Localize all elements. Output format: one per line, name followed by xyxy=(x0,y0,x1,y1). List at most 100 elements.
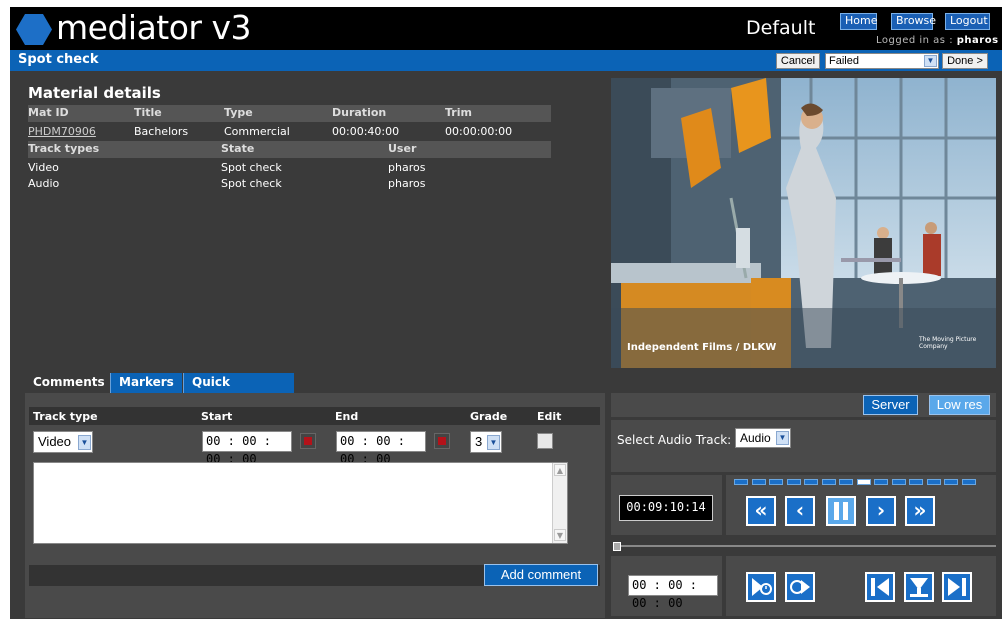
tab-comments[interactable]: Comments xyxy=(25,373,113,393)
video-caption-small: The Moving Picture Company xyxy=(919,336,977,350)
pause-glyph xyxy=(834,502,848,520)
col-trim: Trim xyxy=(445,106,472,119)
col-state: State xyxy=(221,142,255,155)
grade-select[interactable]: 3 ▼ xyxy=(470,431,502,453)
comment-textarea[interactable]: ▲ ▼ xyxy=(33,462,568,544)
speed-segment xyxy=(856,479,871,485)
pause-icon[interactable] xyxy=(826,496,856,526)
go-end-glyph xyxy=(948,578,966,596)
app-window: mediator v3 Default Home Browse Logout L… xyxy=(10,7,1002,619)
mat-id-link[interactable]: PHDM70906 xyxy=(28,125,96,138)
current-timecode: 00:09:10:14 xyxy=(619,495,713,521)
scroll-up-icon[interactable]: ▲ xyxy=(554,464,566,476)
go-start-icon[interactable] xyxy=(865,572,895,602)
chevron-down-icon: ▼ xyxy=(776,431,789,445)
speed-segment xyxy=(944,479,958,485)
video-caption: Independent Films / DLKW xyxy=(627,342,777,353)
grade-value: 3 xyxy=(475,434,483,449)
col-end: End xyxy=(335,410,359,423)
step-back-icon[interactable]: ‹ xyxy=(785,496,815,526)
mark-timecode-input[interactable]: 00 : 00 : 00 : 00 xyxy=(628,575,718,610)
play-to-mark-glyph xyxy=(752,578,772,596)
track-type-video: Video xyxy=(28,161,59,174)
lowres-button[interactable]: Low res xyxy=(929,395,990,415)
start-timecode-input[interactable]: 00 : 00 : 00 : 00 xyxy=(202,431,292,466)
forward-fast-icon[interactable]: » xyxy=(905,496,935,526)
speed-segment xyxy=(786,479,801,485)
scroll-down-icon[interactable]: ▼ xyxy=(554,529,566,541)
speed-segment xyxy=(769,479,783,485)
step-forward-icon[interactable]: › xyxy=(866,496,896,526)
tab-quick-markers[interactable]: Quick Markers xyxy=(183,373,294,408)
logout-link[interactable]: Logout xyxy=(945,13,990,30)
chevron-down-icon: ▼ xyxy=(924,55,937,67)
done-button[interactable]: Done > xyxy=(942,53,988,69)
speed-segment xyxy=(874,479,888,485)
go-to-mark-glyph xyxy=(790,580,810,594)
col-title: Title xyxy=(134,106,162,119)
end-timecode-input[interactable]: 00 : 00 : 00 : 00 xyxy=(336,431,426,466)
material-duration: 00:00:40:00 xyxy=(332,125,400,138)
logged-in-prefix: Logged in as : xyxy=(876,35,954,46)
play-to-mark-icon[interactable] xyxy=(746,572,776,602)
material-trim: 00:00:00:00 xyxy=(445,125,513,138)
rewind-fast-icon[interactable]: « xyxy=(746,496,776,526)
speed-segment xyxy=(961,479,976,485)
speed-segment xyxy=(839,479,853,485)
col-edit: Edit xyxy=(537,410,562,423)
logo-hex-icon xyxy=(16,14,52,45)
add-comment-button[interactable]: Add comment xyxy=(484,564,598,586)
chevron-down-icon: ▼ xyxy=(78,435,91,450)
set-start-button[interactable] xyxy=(300,433,316,449)
cancel-button[interactable]: Cancel xyxy=(776,53,820,69)
status-select[interactable]: Failed ▼ xyxy=(825,53,939,69)
home-link[interactable]: Home xyxy=(840,13,877,30)
col-user: User xyxy=(388,142,417,155)
track-user-audio: pharos xyxy=(388,177,426,190)
col-track-types: Track types xyxy=(28,142,100,155)
go-end-icon[interactable] xyxy=(942,572,972,602)
chevron-down-icon: ▼ xyxy=(487,435,500,450)
server-button[interactable]: Server xyxy=(863,395,918,415)
set-end-button[interactable] xyxy=(434,433,450,449)
speed-segment xyxy=(891,479,906,485)
track-user-video: pharos xyxy=(388,161,426,174)
top-header: mediator v3 Default Home Browse Logout L… xyxy=(10,7,1002,50)
position-handle[interactable] xyxy=(613,542,621,551)
audio-track-select[interactable]: Audio ▼ xyxy=(735,428,791,448)
col-grade: Grade xyxy=(470,410,508,423)
col-duration: Duration xyxy=(332,106,387,119)
col-type: Type xyxy=(224,106,253,119)
track-state-video: Spot check xyxy=(221,161,282,174)
track-type-value: Video xyxy=(38,434,72,449)
set-mark-glyph xyxy=(910,578,928,597)
speed-segment xyxy=(909,479,923,485)
logged-in-status: Logged in as : pharos xyxy=(876,35,999,46)
audio-track-value: Audio xyxy=(740,431,771,445)
video-frame-illustration xyxy=(611,78,996,368)
title-bar: Spot check Cancel Failed ▼ Done > xyxy=(10,50,1002,71)
app-logo: mediator v3 xyxy=(56,8,252,47)
speed-segment xyxy=(821,479,836,485)
comments-header-strip xyxy=(29,407,600,425)
go-start-glyph xyxy=(871,578,889,596)
logged-in-user: pharos xyxy=(956,35,999,46)
material-header-row: Mat ID Title Type Duration Trim xyxy=(28,105,551,122)
browse-link[interactable]: Browse xyxy=(891,13,936,30)
page-title: Spot check xyxy=(18,52,99,67)
track-type-select[interactable]: Video ▼ xyxy=(33,431,93,453)
set-mark-icon[interactable] xyxy=(904,572,934,602)
comment-scrollbar[interactable]: ▲ ▼ xyxy=(552,463,567,543)
position-track xyxy=(621,545,996,547)
col-start: Start xyxy=(201,410,233,423)
edit-checkbox[interactable] xyxy=(537,433,553,449)
status-select-value: Failed xyxy=(829,55,859,67)
tab-markers[interactable]: Markers xyxy=(110,373,182,393)
track-header-row: Track types State User xyxy=(28,141,551,158)
video-preview[interactable]: Independent Films / DLKW The Moving Pict… xyxy=(611,78,996,368)
audio-track-label: Select Audio Track: xyxy=(617,433,732,447)
position-slider[interactable] xyxy=(611,541,996,551)
material-title: Bachelors xyxy=(134,125,189,138)
go-to-mark-icon[interactable] xyxy=(785,572,815,602)
speed-segment xyxy=(734,479,748,485)
